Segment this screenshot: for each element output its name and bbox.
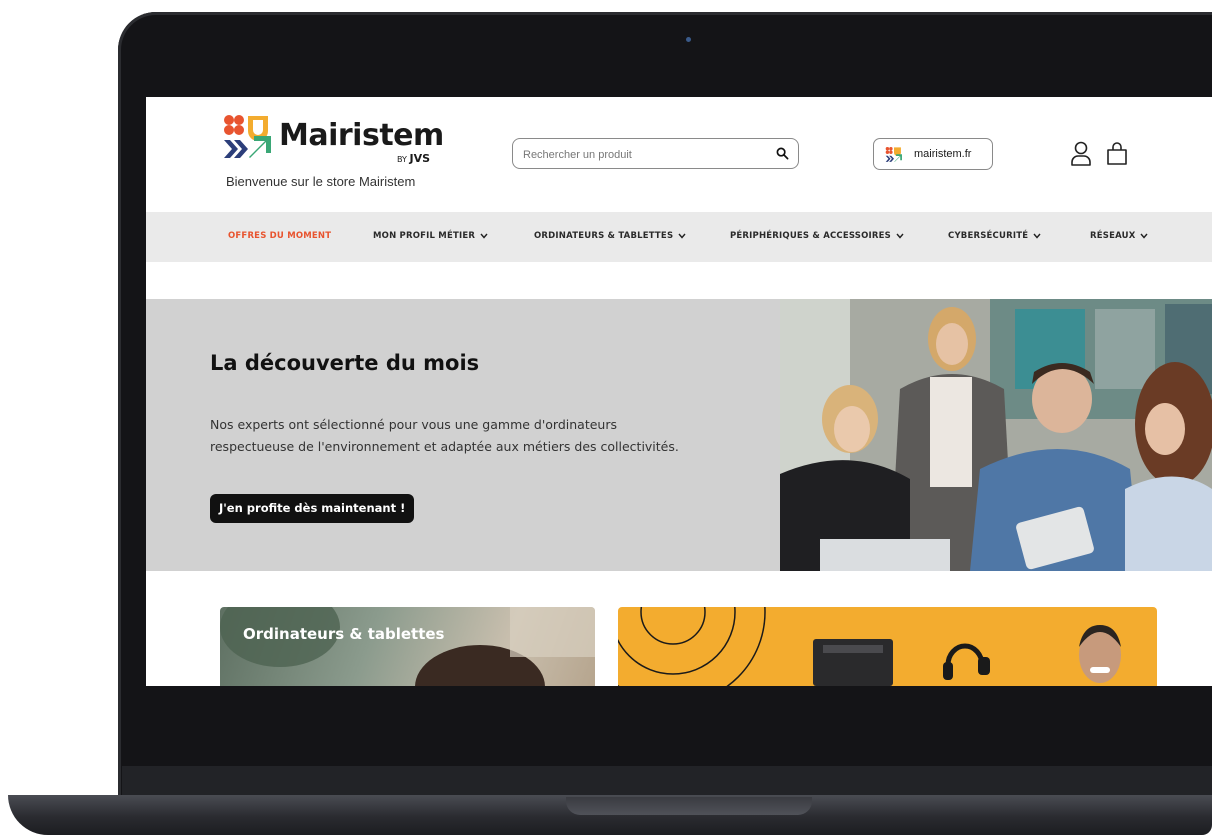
hero-photo-team: [780, 299, 1212, 571]
welcome-text: Bienvenue sur le store Mairistem: [226, 174, 416, 189]
laptop-bottom-bezel: [122, 766, 1212, 796]
chevron-down-icon: [678, 233, 686, 239]
logo-byline: BY JVS: [397, 152, 431, 165]
search-icon[interactable]: [776, 147, 789, 160]
category-card-ordinateurs[interactable]: Ordinateurs & tablettes: [220, 607, 595, 686]
nav-mon-profil-metier[interactable]: MON PROFIL MÉTIER: [373, 231, 488, 241]
chevron-down-icon: [896, 233, 904, 239]
site-link-label: mairistem.fr: [914, 148, 972, 160]
search-box[interactable]: [512, 138, 799, 169]
category-card-peripheriques[interactable]: [618, 607, 1157, 686]
chevron-down-icon: [480, 233, 488, 239]
main-nav: OFFRES DU MOMENT MON PROFIL MÉTIER ORDIN…: [146, 212, 1212, 262]
nav-ordinateurs-tablettes[interactable]: ORDINATEURS & TABLETTES: [534, 231, 686, 241]
hero-cta-button[interactable]: J'en profite dès maintenant !: [210, 494, 415, 523]
search-input[interactable]: [521, 144, 755, 165]
chevron-down-icon: [1033, 233, 1041, 239]
mairistem-site-button[interactable]: mairistem.fr: [873, 138, 993, 170]
nav-reseaux[interactable]: RÉSEAUX: [1090, 231, 1148, 241]
nav-cybersecurite[interactable]: CYBERSÉCURITÉ: [948, 231, 1041, 241]
hero-photo-illustration: [780, 299, 1212, 571]
laptop-hinge-notch: [566, 797, 812, 815]
hero-title: La découverte du mois: [210, 351, 480, 375]
webcam: [686, 37, 691, 42]
mini-logo-icon: [885, 147, 902, 162]
browser-viewport: Mairistem BY JVS Bienvenue sur le store …: [146, 97, 1212, 686]
card-photo: [220, 607, 595, 686]
logo-mark-icon: [224, 115, 271, 158]
nav-offres-du-moment[interactable]: OFFRES DU MOMENT: [228, 231, 331, 241]
card-title: Ordinateurs & tablettes: [243, 625, 445, 643]
chevron-down-icon: [1140, 233, 1148, 239]
cart-icon[interactable]: [1106, 142, 1128, 166]
hero-text-panel: La découverte du mois Nos experts ont sé…: [146, 299, 780, 571]
hero-banner: La découverte du mois Nos experts ont sé…: [146, 299, 1212, 571]
card-illustration: [618, 607, 1121, 686]
logo-wordmark: Mairistem: [279, 118, 444, 153]
hero-description: Nos experts ont sélectionné pour vous un…: [210, 417, 679, 454]
account-icon[interactable]: [1070, 141, 1092, 167]
nav-peripheriques-accessoires[interactable]: PÉRIPHÉRIQUES & ACCESSOIRES: [730, 231, 904, 241]
